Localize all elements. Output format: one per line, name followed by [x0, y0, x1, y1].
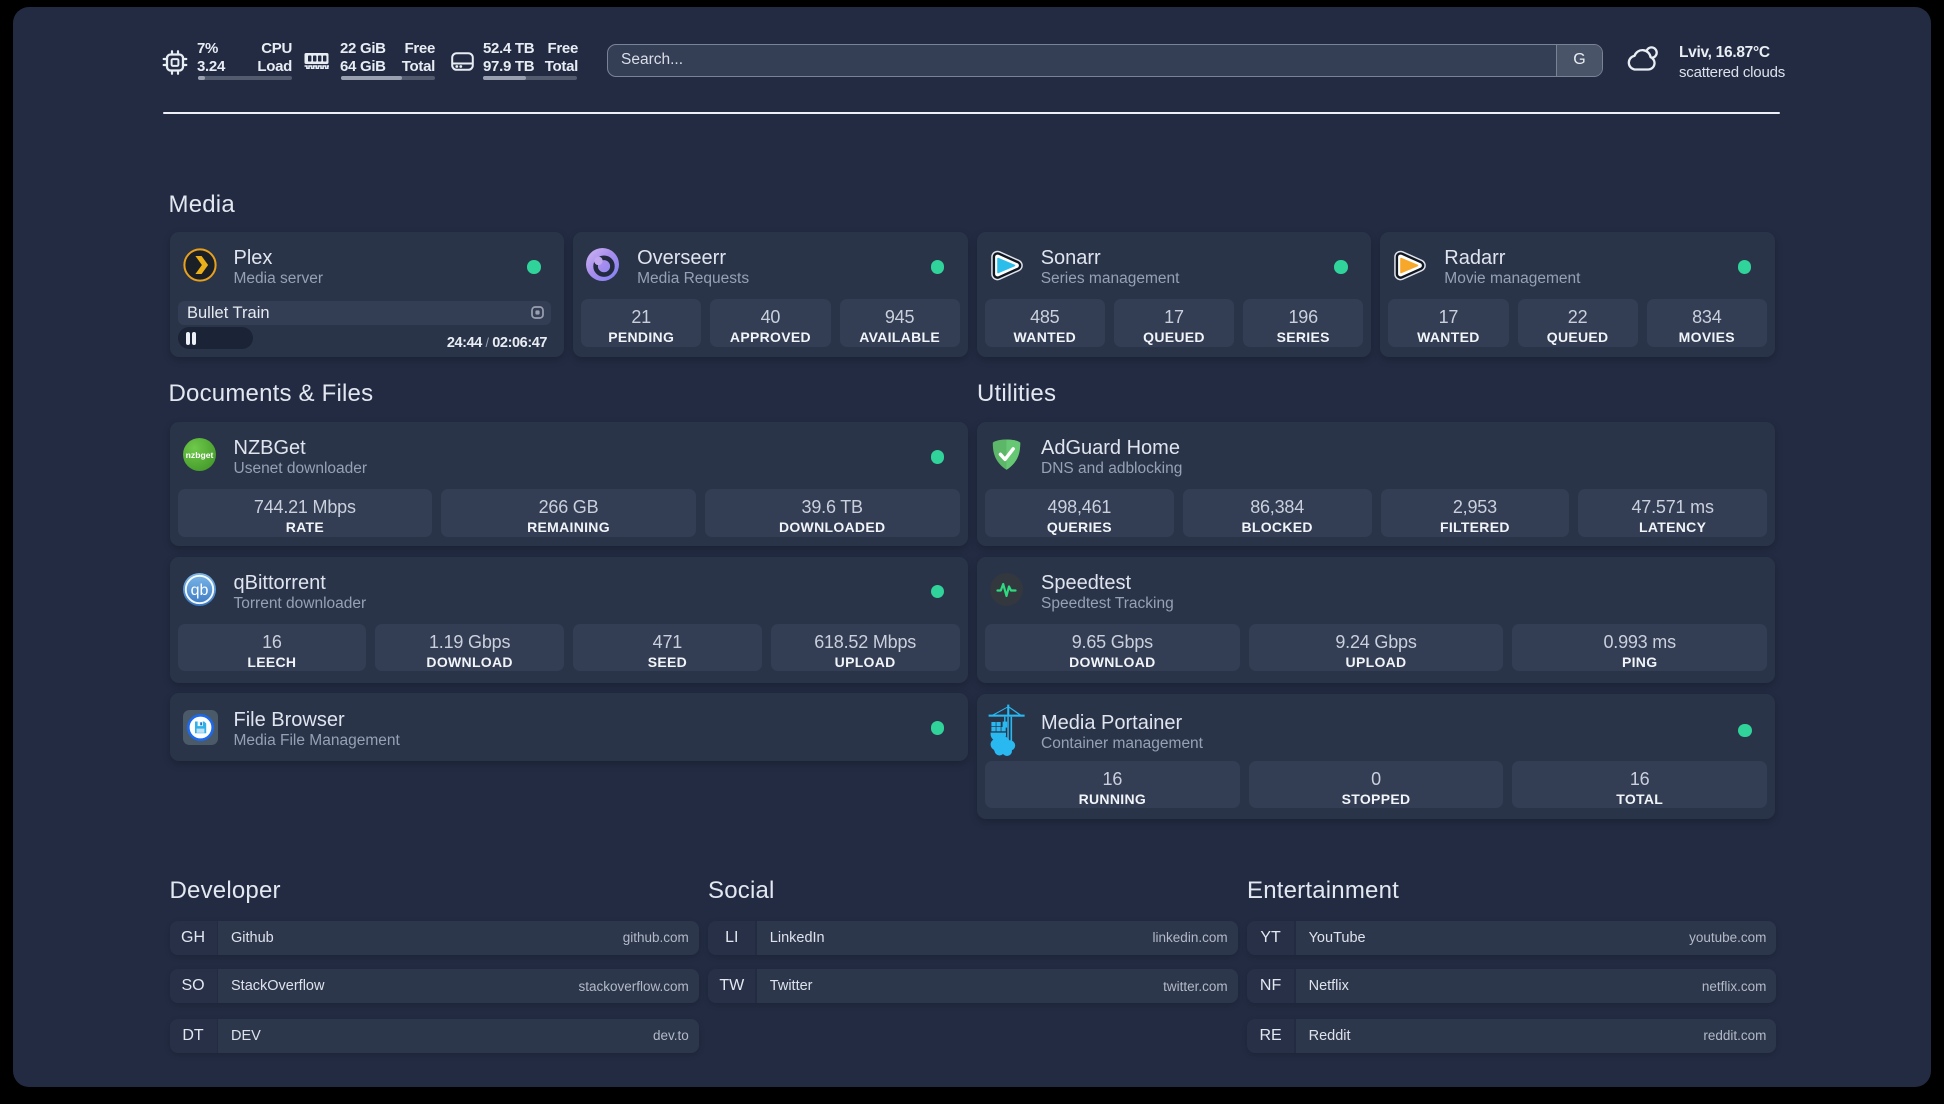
- svg-text:qb: qb: [190, 582, 208, 599]
- svg-text:nzbget: nzbget: [185, 450, 213, 460]
